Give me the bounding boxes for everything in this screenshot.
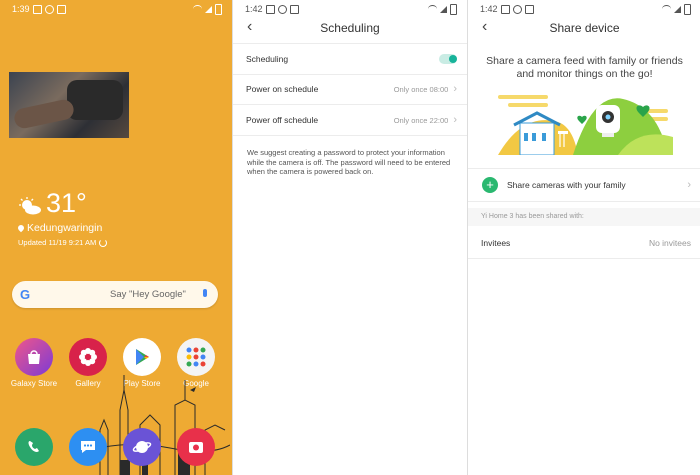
- wifi-icon: [662, 5, 671, 13]
- internet-icon[interactable]: [123, 428, 161, 466]
- google-search-bar[interactable]: G Say "Hey Google": [12, 281, 218, 308]
- photo-subject: [12, 97, 76, 131]
- scheduling-toggle[interactable]: [439, 54, 457, 64]
- chevron-right-icon: ›: [687, 179, 691, 191]
- shared-with-caption: Yi Home 3 has been shared with:: [468, 208, 700, 226]
- share-device-screen: 1:42 ‹ Share device Share a camera feed …: [467, 0, 700, 475]
- share-headline: Share a camera feed with family or frien…: [486, 55, 683, 80]
- wifi-icon: [428, 5, 437, 13]
- partly-sunny-icon: [19, 197, 41, 215]
- app-galaxy-store[interactable]: Galaxy Store: [4, 338, 64, 388]
- signal-icon: [205, 5, 212, 13]
- notification-icon: [512, 4, 522, 14]
- password-suggestion-note: We suggest creating a password to protec…: [247, 148, 451, 176]
- photo-subject: [67, 80, 123, 120]
- row-value-text: Only once 08:00: [393, 84, 449, 94]
- notification-icon: [524, 4, 534, 14]
- location-pin-icon: [16, 223, 26, 233]
- chevron-right-icon: ›: [453, 114, 457, 126]
- add-plus-icon: +: [482, 177, 498, 193]
- weather-temperature[interactable]: 31°: [46, 188, 87, 219]
- row-value-text: Only once 22:00: [393, 115, 449, 125]
- photo-widget[interactable]: [9, 72, 129, 138]
- battery-icon: [684, 3, 691, 15]
- camera-icon[interactable]: [177, 428, 215, 466]
- status-time: 1:39: [12, 4, 30, 14]
- page-title: Share device: [549, 21, 620, 35]
- invitees-value: No invitees: [648, 238, 691, 248]
- battery-icon: [450, 3, 457, 15]
- row-value: Only once 22:00 ›: [394, 114, 457, 126]
- status-bar: 1:39: [12, 2, 222, 16]
- chevron-right-icon: ›: [453, 83, 457, 95]
- gallery-notification-icon: [500, 4, 510, 14]
- weather-updated-label: Updated 11/19 9:21 AM: [18, 238, 97, 247]
- weather-location-label: Kedungwaringin: [27, 222, 103, 234]
- status-bar: 1:42: [245, 2, 457, 16]
- notification-icon: [289, 4, 299, 14]
- power-on-schedule-row[interactable]: Power on schedule Only once 08:00 ›: [233, 74, 467, 105]
- scheduling-toggle-row[interactable]: Scheduling: [233, 43, 467, 75]
- messages-icon[interactable]: [69, 428, 107, 466]
- status-time: 1:42: [245, 4, 263, 14]
- refresh-icon[interactable]: [99, 238, 108, 247]
- invitees-label: Invitees: [481, 238, 511, 248]
- signal-icon: [440, 5, 447, 13]
- app-label: Galaxy Store: [10, 379, 58, 388]
- wifi-icon: [193, 5, 202, 13]
- share-cameras-row[interactable]: + Share cameras with your family ›: [468, 168, 700, 202]
- gallery-notification-icon: [32, 4, 42, 14]
- google-search-placeholder: Say "Hey Google": [110, 289, 186, 300]
- page-title: Scheduling: [320, 21, 380, 35]
- status-bar: 1:42: [480, 2, 691, 16]
- weather-updated: Updated 11/19 9:21 AM: [18, 238, 108, 247]
- share-camera-illustration: [498, 95, 673, 155]
- microphone-icon[interactable]: [203, 289, 207, 297]
- notification-icon: [44, 4, 54, 14]
- toggle-knob: [449, 55, 457, 63]
- phone-icon[interactable]: [15, 428, 53, 466]
- row-label: Scheduling: [246, 54, 289, 64]
- row-value: Only once 08:00 ›: [394, 83, 457, 95]
- galaxy-store-icon: [15, 338, 53, 376]
- scheduling-screen: 1:42 ‹ Scheduling Scheduling Power on sc…: [232, 0, 467, 475]
- gallery-notification-icon: [265, 4, 275, 14]
- notification-icon: [277, 4, 287, 14]
- home-screen: 1:39 31° Kedungwaringin Updated 11/19 9:…: [0, 0, 232, 475]
- invitees-row: Invitees No invitees: [468, 228, 700, 259]
- google-g-icon: G: [19, 286, 31, 302]
- signal-icon: [674, 5, 681, 13]
- notification-icon: [56, 4, 66, 14]
- power-off-schedule-row[interactable]: Power off schedule Only once 22:00 ›: [233, 105, 467, 136]
- weather-location[interactable]: Kedungwaringin: [16, 222, 103, 234]
- status-time: 1:42: [480, 4, 498, 14]
- battery-icon: [215, 3, 222, 15]
- row-label: Power off schedule: [246, 115, 319, 125]
- share-cameras-label: Share cameras with your family: [507, 180, 626, 190]
- row-label: Power on schedule: [246, 84, 319, 94]
